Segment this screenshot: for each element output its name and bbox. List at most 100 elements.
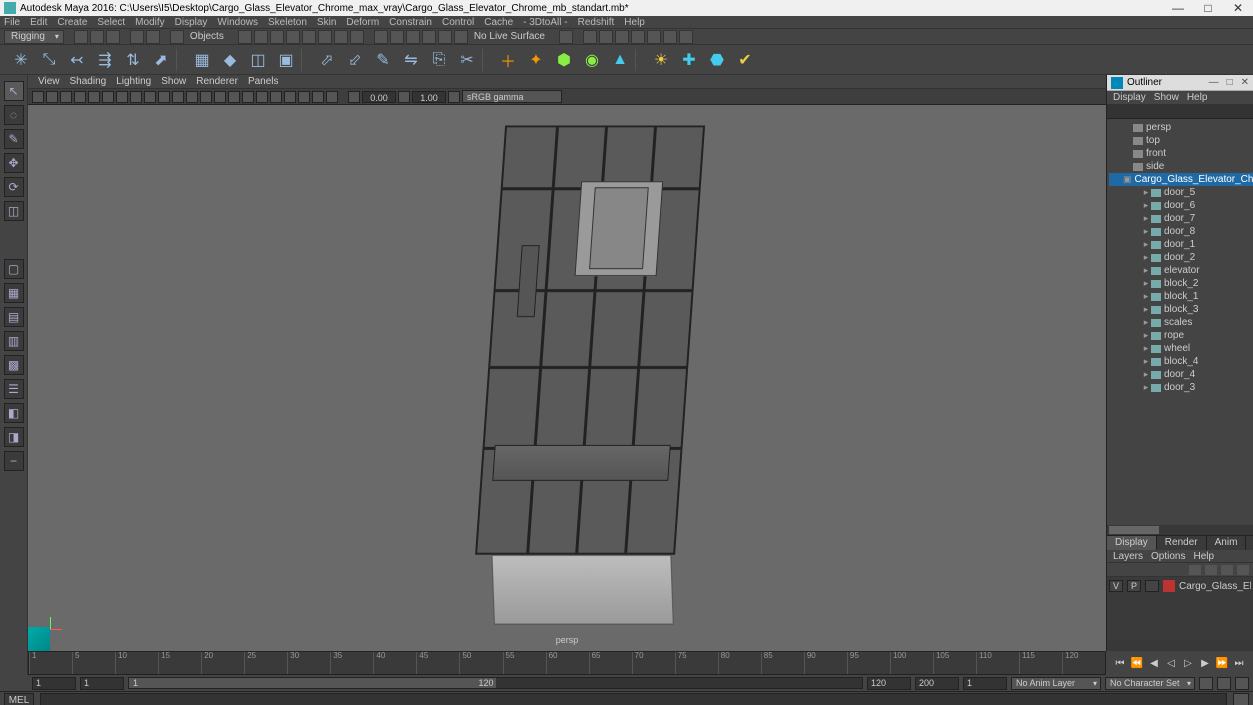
mask-dynamic-icon[interactable]	[318, 30, 332, 44]
set-key-button[interactable]	[1217, 677, 1231, 690]
constraint-point-icon[interactable]: ＋	[497, 49, 519, 71]
layer-color-swatch[interactable]	[1163, 580, 1175, 592]
outliner-node-block_2[interactable]: ▸block_2	[1109, 277, 1253, 290]
menu-modify[interactable]: Modify	[135, 17, 164, 28]
step-forward-key-button[interactable]: ⏩	[1215, 656, 1229, 670]
outliner-close-button[interactable]: ✕	[1241, 77, 1249, 88]
autokey-toggle[interactable]	[1199, 677, 1213, 690]
panel-menu-shading[interactable]: Shading	[70, 76, 107, 87]
mask-joint-icon[interactable]	[254, 30, 268, 44]
vp-gamma-icon[interactable]	[398, 91, 410, 103]
undo-icon[interactable]	[130, 30, 144, 44]
vp-film-gate-icon[interactable]	[88, 91, 100, 103]
menu-edit[interactable]: Edit	[30, 17, 47, 28]
outliner-node-block_4[interactable]: ▸block_4	[1109, 355, 1253, 368]
panel-menu-view[interactable]: View	[38, 76, 60, 87]
quick-rig-icon[interactable]: ✚	[678, 49, 700, 71]
maximize-button[interactable]: □	[1193, 1, 1223, 15]
render-view-icon[interactable]	[631, 30, 645, 44]
insert-joint-icon[interactable]: ⇶	[94, 49, 116, 71]
menu-create[interactable]: Create	[57, 17, 87, 28]
layer-tab-anim[interactable]: Anim	[1207, 536, 1247, 550]
scale-tool[interactable]: ◫	[4, 201, 24, 221]
menu-select[interactable]: Select	[97, 17, 125, 28]
constraint-orient-icon[interactable]: ✦	[525, 49, 547, 71]
menu-file[interactable]: File	[4, 17, 20, 28]
vp-safe-action-icon[interactable]	[144, 91, 156, 103]
range-in-field[interactable]: 1	[80, 677, 124, 690]
lattice-icon[interactable]: ▦	[191, 49, 213, 71]
vp-grid-icon[interactable]	[74, 91, 86, 103]
menu-skeleton[interactable]: Skeleton	[268, 17, 307, 28]
menu-cache[interactable]: Cache	[484, 17, 513, 28]
outliner-menu-display[interactable]: Display	[1113, 92, 1146, 103]
vp-bookmark-icon[interactable]	[46, 91, 58, 103]
new-scene-icon[interactable]	[74, 30, 88, 44]
anim-layer-dropdown[interactable]: No Anim Layer	[1011, 677, 1101, 690]
vp-xray-joints-icon[interactable]	[270, 91, 282, 103]
outliner-node-top[interactable]: top	[1109, 134, 1253, 147]
range-slider[interactable]: 1120	[128, 677, 863, 689]
render-settings-icon[interactable]	[615, 30, 629, 44]
layout-two-v-icon[interactable]: ▥	[4, 331, 24, 351]
vp-field-chart-icon[interactable]	[130, 91, 142, 103]
script-editor-button[interactable]	[1233, 693, 1249, 705]
rotate-tool[interactable]: ⟳	[4, 177, 24, 197]
outliner-node-door_1[interactable]: ▸door_1	[1109, 238, 1253, 251]
vp-motion-blur-icon[interactable]	[298, 91, 310, 103]
vp-xray-icon[interactable]	[256, 91, 268, 103]
orient-joint-icon[interactable]: ⬈	[150, 49, 172, 71]
outliner-node-door_4[interactable]: ▸door_4	[1109, 368, 1253, 381]
layer-new-selected-icon[interactable]	[1237, 565, 1249, 575]
control-rig-icon[interactable]: ⬣	[706, 49, 728, 71]
paint-weights-icon[interactable]: ✎	[372, 49, 394, 71]
step-back-button[interactable]: ◀	[1147, 656, 1161, 670]
command-input[interactable]	[40, 693, 1227, 705]
construction-history-icon[interactable]	[559, 30, 573, 44]
outliner-menu-show[interactable]: Show	[1154, 92, 1179, 103]
paint-select-tool[interactable]: ✎	[4, 129, 24, 149]
save-scene-icon[interactable]	[106, 30, 120, 44]
outliner-node-door_5[interactable]: ▸door_5	[1109, 186, 1253, 199]
playblast-icon[interactable]	[663, 30, 677, 44]
blend-shape-icon[interactable]: ▣	[275, 49, 297, 71]
vp-shadows-icon[interactable]	[228, 91, 240, 103]
wrap-icon[interactable]: ◫	[247, 49, 269, 71]
menu-windows[interactable]: Windows	[217, 17, 258, 28]
range-start-field[interactable]: 1	[32, 677, 76, 690]
menu-control[interactable]: Control	[442, 17, 474, 28]
layout-graph-icon[interactable]: ◨	[4, 427, 24, 447]
layout-single-icon[interactable]: ▢	[4, 259, 24, 279]
ik-handle-icon[interactable]: ⤡	[38, 49, 60, 71]
layer-move-up-icon[interactable]	[1189, 565, 1201, 575]
pose-icon[interactable]: ✔	[734, 49, 756, 71]
outliner-node-side[interactable]: side	[1109, 160, 1253, 173]
menu--3dtoall-[interactable]: - 3DtoAll -	[523, 17, 567, 28]
layer-playback-toggle[interactable]: P	[1127, 580, 1141, 592]
outliner-node-door_3[interactable]: ▸door_3	[1109, 381, 1253, 394]
snap-plane-icon[interactable]	[422, 30, 436, 44]
ik-spline-icon[interactable]: ↢	[66, 49, 88, 71]
layer-menu-help[interactable]: Help	[1193, 551, 1214, 562]
mask-handle-icon[interactable]	[238, 30, 252, 44]
play-forward-button[interactable]: ▷	[1181, 656, 1195, 670]
layer-display-type-toggle[interactable]	[1145, 580, 1159, 592]
play-back-button[interactable]: ◁	[1164, 656, 1178, 670]
vp-ao-icon[interactable]	[284, 91, 296, 103]
outliner-hscroll[interactable]	[1107, 525, 1253, 535]
layout-persp-icon[interactable]: ◧	[4, 403, 24, 423]
select-tool[interactable]: ↖	[4, 81, 24, 101]
vp-gate-mask-icon[interactable]	[116, 91, 128, 103]
menu-skin[interactable]: Skin	[317, 17, 336, 28]
render-frame-icon[interactable]	[583, 30, 597, 44]
render-setup-icon[interactable]	[679, 30, 693, 44]
outliner-node-block_1[interactable]: ▸block_1	[1109, 290, 1253, 303]
time-slider[interactable]: 1510152025303540455055606570758085909510…	[28, 651, 1106, 675]
layer-visibility-toggle[interactable]: V	[1109, 580, 1123, 592]
layout-outliner-icon[interactable]: ☰	[4, 379, 24, 399]
character-set-dropdown[interactable]: No Character Set	[1105, 677, 1195, 690]
layout-minus-icon[interactable]: −	[4, 451, 24, 471]
outliner-node-scales[interactable]: ▸scales	[1109, 316, 1253, 329]
prefs-button[interactable]	[1235, 677, 1249, 690]
range-out-field[interactable]: 120	[867, 677, 911, 690]
